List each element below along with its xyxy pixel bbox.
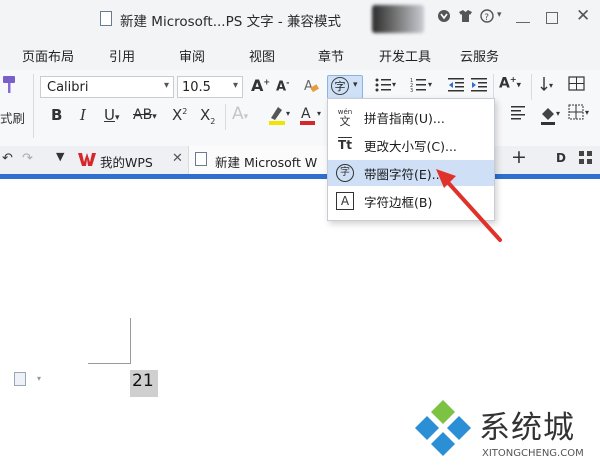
svg-text:▾: ▾ [556,109,560,118]
wps-logo-icon [78,151,96,170]
help-dropdown-icon[interactable]: ▾ [497,10,502,20]
increase-indent-icon[interactable] [471,77,489,97]
chevron-down-icon[interactable]: ▾ [37,374,41,383]
menu-item-label: 字符边框(B) [364,195,433,210]
page-icon[interactable] [14,372,26,386]
format-painter-label[interactable]: 式刷 [0,108,25,127]
bullet-list-icon[interactable]: ▾ [375,77,397,97]
margin-corner-mark-horizontal [88,363,130,364]
svg-text:▾: ▾ [585,108,589,117]
enclosed-char-icon: 字 [336,164,354,182]
menu-page-layout[interactable]: 页面布局 [22,46,74,65]
chevron-down-icon: ▾ [163,80,169,91]
svg-text:A: A [304,79,313,94]
tab-list-icon[interactable] [578,150,594,169]
svg-text:▾: ▾ [549,81,553,90]
svg-text:▾: ▾ [317,109,321,118]
menu-item-label: 拼音指南(U)... [364,111,445,126]
format-painter-icon[interactable] [0,74,18,100]
chevron-down-icon: ▾ [353,80,358,90]
font-size-select[interactable]: 10.5 ▾ [177,76,243,98]
text-effect-icon[interactable]: A+▾ [499,75,521,92]
svg-text:3: 3 [410,88,413,93]
numbered-list-icon[interactable]: 1 2 3 ▾ [410,77,434,97]
border-icon[interactable]: ▾ [568,104,592,126]
restore-icon[interactable] [546,12,558,24]
document-number-text[interactable]: 21 [132,371,154,391]
tab-document[interactable]: 新建 Microsoft W [188,146,329,174]
svg-text:▾: ▾ [428,80,432,89]
svg-text:▾: ▾ [286,109,290,118]
skin-icon[interactable] [437,9,451,27]
close-icon[interactable]: ✕ [172,151,183,166]
clear-format-icon[interactable]: A [302,76,320,98]
grow-font-button[interactable]: A+ [251,76,270,95]
char-format-button[interactable]: 字 ▾ [327,75,363,99]
table-grid-icon[interactable] [568,76,586,96]
text-outline-icon[interactable]: A▾ [232,104,248,124]
decrease-indent-icon[interactable] [448,77,466,97]
menu-item-change-case[interactable]: Tt 更改大小写(C)... [328,132,494,158]
menu-view[interactable]: 视图 [249,46,275,65]
chevron-down-icon: ▾ [232,80,238,91]
watermark-brand: 系统城 [479,410,575,446]
new-tab-plus-icon[interactable]: + [511,146,527,168]
watermark-url: XITONGCHENG.COM [482,448,584,459]
superscript-button[interactable]: X2 [172,106,187,124]
svg-text:▾: ▾ [392,80,396,89]
help-icon[interactable]: ? [480,9,494,27]
minimize-icon[interactable] [516,22,530,23]
font-name-value: Calibri [47,80,89,95]
shrink-font-button[interactable]: A- [276,78,289,94]
shading-icon[interactable]: ▾ [540,104,564,130]
tab-my-wps[interactable]: 我的WPS ✕ [72,146,188,174]
align-icon[interactable] [510,104,528,126]
document-icon [195,152,207,166]
change-case-icon: Tt [338,138,352,152]
annotation-arrow [436,169,502,242]
menu-cloud-service[interactable]: 云服务 [460,46,499,65]
underline-button[interactable]: U▾ [104,106,120,124]
menu-item-label: 更改大小写(C)... [364,139,457,154]
menu-section[interactable]: 章节 [318,46,344,65]
quick-access-dropdown-icon[interactable]: ▼ [56,150,64,163]
menu-review[interactable]: 审阅 [179,46,205,65]
accent-divider [0,174,600,179]
phonetic-guide-icon: wén 文 [337,108,353,128]
tab-document-label: 新建 Microsoft W [215,155,318,170]
char-border-icon: A [336,192,354,210]
window-title: 新建 Microsoft...PS 文字 - 兼容模式 [120,14,342,30]
menu-item-phonetic-guide[interactable]: wén 文 拼音指南(U)... [328,104,494,130]
bold-button[interactable]: B [51,106,62,124]
margin-corner-mark-vertical [130,318,131,364]
tab-my-wps-label: 我的WPS [100,155,153,170]
avatar[interactable] [372,5,424,33]
document-icon [100,11,112,26]
highlight-color-icon[interactable]: ▾ [268,104,294,130]
subscript-button[interactable]: X2 [200,106,215,126]
sort-icon[interactable]: ▾ [540,76,562,96]
watermark-logo-icon [415,400,471,456]
menu-developer[interactable]: 开发工具 [379,46,431,65]
svg-text:A: A [301,106,311,122]
strikethrough-button[interactable]: AB▾ [133,107,157,123]
redo-icon[interactable]: ↷ [22,151,33,166]
enclosed-char-icon: 字 [331,77,349,95]
italic-button[interactable]: I [80,106,86,124]
menu-bar [0,38,600,70]
undo-icon[interactable]: ↶ [2,151,13,166]
font-size-value: 10.5 [182,80,211,95]
docer-icon[interactable]: D [556,151,566,165]
font-name-select[interactable]: Calibri ▾ [40,76,174,98]
font-color-icon[interactable]: A ▾ [299,104,325,130]
close-icon[interactable]: ✕ [576,6,590,26]
shirt-icon[interactable] [458,9,473,27]
svg-text:?: ? [484,13,489,23]
menu-references[interactable]: 引用 [109,46,135,65]
